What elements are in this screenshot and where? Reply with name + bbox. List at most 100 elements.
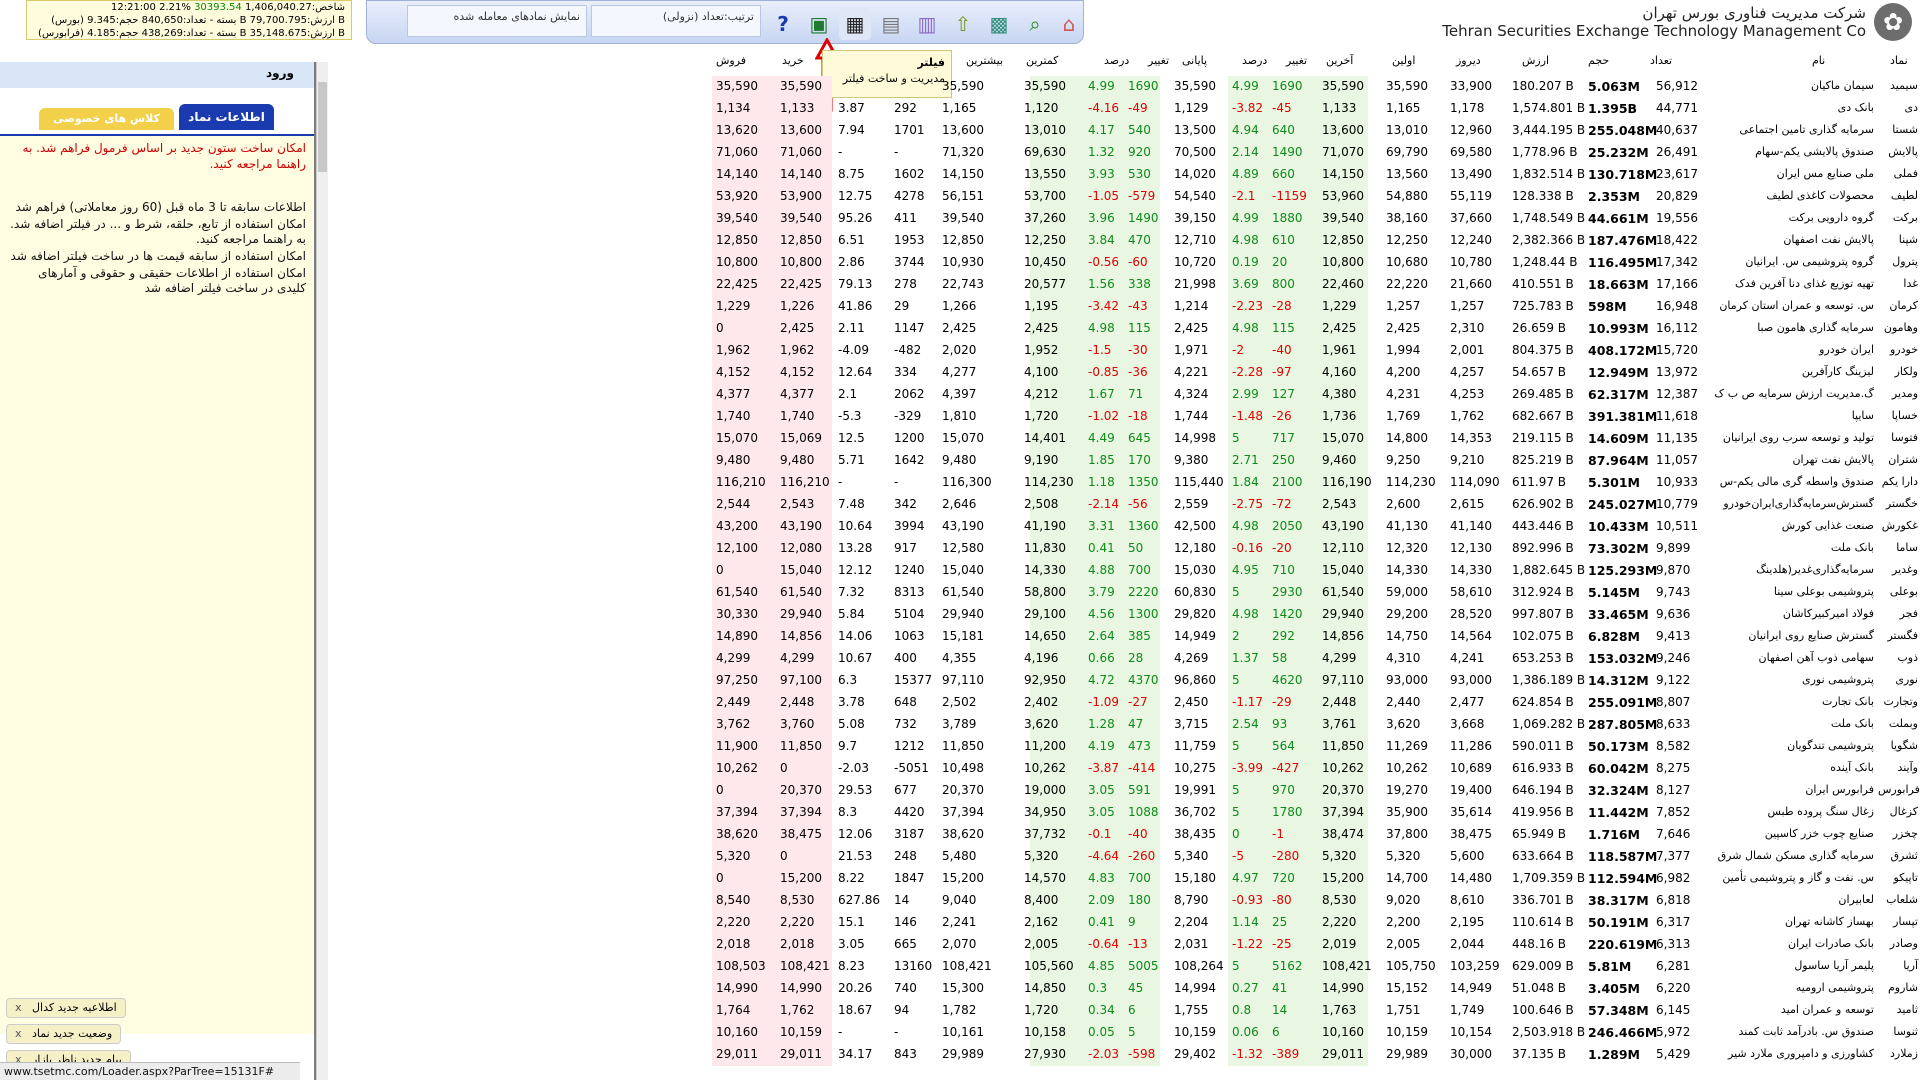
table-row[interactable]: 3,762 3,760 5.08 732 3,789 3,620 1.28 47 3,715 2.… bbox=[712, 714, 1920, 736]
cell-symbol[interactable]: وصادر bbox=[1878, 937, 1918, 950]
cell-symbol[interactable]: ثشرق bbox=[1878, 849, 1918, 862]
cell-name[interactable]: س. توسعه و عمران استان کرمان bbox=[1704, 299, 1874, 312]
cell-symbol[interactable]: ذوب bbox=[1878, 651, 1918, 664]
table-row[interactable]: 1,764 1,762 18.67 94 1,782 1,720 0.34 6 1,755 0.8… bbox=[712, 1000, 1920, 1022]
cell-name[interactable]: بانک صادرات ایران bbox=[1704, 937, 1874, 950]
cell-name[interactable]: صندوق واسطه گری مالی یکم-س bbox=[1704, 475, 1874, 488]
cell-name[interactable]: تهیه توزیع غذای دنا آفرین فدک bbox=[1704, 277, 1874, 290]
col-close[interactable]: پایانی bbox=[1182, 54, 1207, 67]
col-low[interactable]: کمترین bbox=[1026, 54, 1058, 67]
cell-symbol[interactable]: فجر bbox=[1878, 607, 1918, 620]
cell-name[interactable]: گسترش صنایع روی ایرانیان bbox=[1704, 629, 1874, 642]
cell-name[interactable]: بانک تجارت bbox=[1704, 695, 1874, 708]
cell-name[interactable]: سرمایه‌گذاری‌غدیر(هلدینگ bbox=[1704, 563, 1874, 576]
table-row[interactable]: 71,060 71,060 - - 71,320 69,630 1.32 920 70,500 2… bbox=[712, 142, 1920, 164]
help-icon[interactable]: ? bbox=[767, 8, 799, 40]
cell-name[interactable]: سرمایه گذاری تامین اجتماعی bbox=[1704, 123, 1874, 136]
table-row[interactable]: 14,990 14,990 20.26 740 15,300 14,850 0.3 45 14,… bbox=[712, 978, 1920, 1000]
col-close-pct[interactable]: درصد bbox=[1104, 54, 1129, 67]
cell-name[interactable]: بانک ملت bbox=[1704, 541, 1874, 554]
cell-symbol[interactable]: وهامون bbox=[1878, 321, 1918, 334]
cell-name[interactable]: گروه پتروشیمی س. ایرانیان bbox=[1704, 255, 1874, 268]
cell-symbol[interactable]: فملی bbox=[1878, 167, 1918, 180]
table-row[interactable]: 0 20,370 29.53 677 20,370 19,000 3.05 591 19,991… bbox=[712, 780, 1920, 802]
cell-symbol[interactable]: بوعلی bbox=[1878, 585, 1918, 598]
table-row[interactable]: 2,449 2,448 3.78 648 2,502 2,402 -1.09 -27 2,450… bbox=[712, 692, 1920, 714]
cell-name[interactable]: سهامی ذوب آهن اصفهان bbox=[1704, 651, 1874, 664]
cell-name[interactable]: صنایع چوب خزر کاسپین bbox=[1704, 827, 1874, 840]
cell-symbol[interactable]: فتوسا bbox=[1878, 431, 1918, 444]
table-row[interactable]: 0 15,200 8.22 1847 15,200 14,570 4.83 700 15,180… bbox=[712, 868, 1920, 890]
excel-icon[interactable]: ▣ bbox=[803, 8, 835, 40]
cell-symbol[interactable]: آریا bbox=[1878, 959, 1918, 972]
cell-name[interactable]: گسترش‌سرمایه‌گذاری‌ایران‌خودرو bbox=[1704, 497, 1874, 510]
cell-symbol[interactable]: تپسار bbox=[1878, 915, 1918, 928]
cell-name[interactable]: صنعت غذایی کورش bbox=[1704, 519, 1874, 532]
table-row[interactable]: 35,590 35,590 35,590 35,590 4.99 1690 35,590 4.… bbox=[712, 76, 1920, 98]
table-row[interactable]: 1,134 1,133 3.87 292 1,165 1,120 -4.16 -49 1,129… bbox=[712, 98, 1920, 120]
cell-symbol[interactable]: تاپیکو bbox=[1878, 871, 1918, 884]
cell-name[interactable]: بهساز کاشانه تهران bbox=[1704, 915, 1874, 928]
col-volume[interactable]: حجم bbox=[1588, 54, 1609, 67]
table-row[interactable]: 12,100 12,080 13.28 917 12,580 11,830 0.41 50 12… bbox=[712, 538, 1920, 560]
table-row[interactable]: 10,800 10,800 2.86 3744 10,930 10,450 -0.56 -60… bbox=[712, 252, 1920, 274]
cell-name[interactable]: ملی صنایع مس ایران bbox=[1704, 167, 1874, 180]
cell-symbol[interactable]: برکت bbox=[1878, 211, 1918, 224]
cell-symbol[interactable]: کرمان bbox=[1878, 299, 1918, 312]
cell-symbol[interactable]: کزغال bbox=[1878, 805, 1918, 818]
cell-name[interactable]: سیمان ماکیان bbox=[1704, 79, 1874, 92]
cell-symbol[interactable]: زملارد bbox=[1878, 1047, 1918, 1060]
cell-symbol[interactable]: دی bbox=[1878, 101, 1918, 114]
table-row[interactable]: 29,011 29,011 34.17 843 29,989 27,930 -2.03 -59… bbox=[712, 1044, 1920, 1066]
tab-private-classes[interactable]: کلاس های خصوصی bbox=[39, 108, 174, 130]
cell-symbol[interactable]: خساپا bbox=[1878, 409, 1918, 422]
cell-name[interactable]: زغال سنگ پروده طبس bbox=[1704, 805, 1874, 818]
cell-name[interactable]: پالایش نفت تهران bbox=[1704, 453, 1874, 466]
cell-name[interactable]: سایپا bbox=[1704, 409, 1874, 422]
cell-symbol[interactable]: نوری bbox=[1878, 673, 1918, 686]
home-icon[interactable]: ⌂ bbox=[1053, 8, 1085, 40]
table-row[interactable]: 30,330 29,940 5.84 5104 29,940 29,100 4.56 1300… bbox=[712, 604, 1920, 626]
cell-symbol[interactable]: سیمید bbox=[1878, 79, 1918, 92]
cell-symbol[interactable]: لطیف bbox=[1878, 189, 1918, 202]
table-row[interactable]: 37,394 37,394 8.3 4420 37,394 34,950 3.05 1088 3… bbox=[712, 802, 1920, 824]
col-symbol[interactable]: نماد bbox=[1890, 54, 1908, 67]
cell-name[interactable]: پتروشیمی نوری bbox=[1704, 673, 1874, 686]
cell-symbol[interactable]: فرابورس bbox=[1878, 783, 1920, 796]
cell-name[interactable]: فرابورس ایران bbox=[1704, 783, 1874, 796]
table-row[interactable]: 39,540 39,540 95.26 411 39,540 37,260 3.96 1490… bbox=[712, 208, 1920, 230]
col-last-pct[interactable]: درصد bbox=[1242, 54, 1267, 67]
cell-symbol[interactable]: شاروم bbox=[1878, 981, 1918, 994]
cell-symbol[interactable]: دارا یکم bbox=[1878, 475, 1918, 488]
grid-icon[interactable]: ▩ bbox=[983, 8, 1015, 40]
filter-display-select[interactable]: نمایش نمادهای معامله شده bbox=[407, 5, 587, 37]
col-first[interactable]: اولین bbox=[1392, 54, 1415, 67]
cell-name[interactable]: کشاورزی و دامپروری ملارد شیر bbox=[1704, 1047, 1874, 1060]
col-last-chg[interactable]: تغییر bbox=[1286, 54, 1307, 67]
cell-name[interactable]: صندوق س. بادرآمد ثابت کمند bbox=[1704, 1025, 1874, 1038]
cell-symbol[interactable]: چخزر bbox=[1878, 827, 1918, 840]
cell-name[interactable]: پالایش نفت اصفهان bbox=[1704, 233, 1874, 246]
table-row[interactable]: 14,890 14,856 14.06 1063 15,181 14,650 2.64 385… bbox=[712, 626, 1920, 648]
table-row[interactable]: 4,377 4,377 2.1 2062 4,397 4,212 1.67 71 4,324 2.… bbox=[712, 384, 1920, 406]
cell-symbol[interactable]: ولکار bbox=[1878, 365, 1918, 378]
table-row[interactable]: 8,540 8,530 627.86 14 9,040 8,400 2.09 180 8,790… bbox=[712, 890, 1920, 912]
col-high[interactable]: بیشترین bbox=[966, 54, 1003, 67]
cell-symbol[interactable]: شلعاب bbox=[1878, 893, 1918, 906]
table-row[interactable]: 12,850 12,850 6.51 1953 12,850 12,250 3.84 470 1… bbox=[712, 230, 1920, 252]
cell-name[interactable]: بانک آینده bbox=[1704, 761, 1874, 774]
cell-name[interactable]: توسعه و عمران امید bbox=[1704, 1003, 1874, 1016]
cell-symbol[interactable]: پالایش bbox=[1878, 145, 1918, 158]
table-row[interactable]: 61,540 61,540 7.32 8313 61,540 58,800 3.79 2220… bbox=[712, 582, 1920, 604]
table-row[interactable]: 4,299 4,299 10.67 400 4,355 4,196 0.66 28 4,269 1… bbox=[712, 648, 1920, 670]
cell-name[interactable]: صندوق پالایشی یکم-سهام bbox=[1704, 145, 1874, 158]
cell-name[interactable]: ایران خودرو bbox=[1704, 343, 1874, 356]
panel-scrollbar[interactable] bbox=[316, 62, 328, 1080]
table-row[interactable]: 15,070 15,069 12.5 1200 15,070 14,401 4.49 645 1… bbox=[712, 428, 1920, 450]
notice-symbol-status[interactable]: x وضعیت جدید نماد bbox=[6, 1024, 122, 1044]
col-yesterday[interactable]: دیروز bbox=[1456, 54, 1481, 67]
table-row[interactable]: 14,140 14,140 8.75 1602 14,150 13,550 3.93 530 1… bbox=[712, 164, 1920, 186]
cell-symbol[interactable]: شپنا bbox=[1878, 233, 1918, 246]
cell-symbol[interactable]: خگستر bbox=[1878, 497, 1918, 510]
cell-name[interactable]: تولید و توسعه سرب روی ایرانیان bbox=[1704, 431, 1874, 444]
